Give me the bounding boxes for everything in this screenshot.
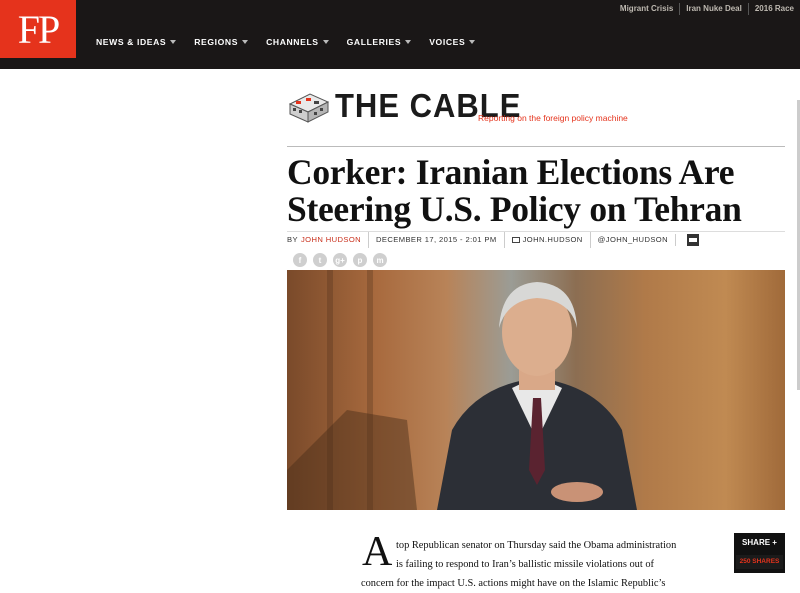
divider [287, 146, 785, 147]
share-label: SHARE + [742, 538, 777, 547]
nav-label: VOICES [429, 37, 466, 47]
chevron-down-icon [322, 40, 329, 44]
nav-label: REGIONS [194, 37, 239, 47]
utility-link-2016-race[interactable]: 2016 Race [747, 2, 800, 15]
chevron-down-icon [405, 40, 412, 44]
nav-channels[interactable]: CHANNELS [266, 37, 329, 47]
share-glyph: f [298, 255, 302, 265]
print-icon[interactable] [686, 234, 699, 246]
nav-voices[interactable]: VOICES [429, 37, 476, 47]
chevron-down-icon [469, 40, 476, 44]
chevron-down-icon [170, 40, 177, 44]
article-body: top Republican senator on Thursday said … [361, 536, 711, 593]
utility-link-iran-nuke-deal[interactable]: Iran Nuke Deal [679, 2, 748, 15]
byline-email[interactable]: JOHN.HUDSON [503, 232, 590, 248]
body-line: top Republican senator on Thursday said … [396, 540, 677, 551]
nav-label: GALLERIES [346, 37, 402, 47]
author-twitter: @JOHN_HUDSON [597, 235, 668, 244]
floating-share-box[interactable]: SHARE + 250 SHARES [734, 533, 785, 573]
by-label: BY [287, 235, 298, 244]
main-nav: NEWS & IDEAS REGIONS CHANNELS GALLERIES … [96, 37, 493, 47]
headline-line-2: Steering U.S. Policy on Tehran [287, 189, 742, 229]
body-line: concern for the impact U.S. actions migh… [361, 578, 666, 589]
byline-twitter[interactable]: @JOHN_HUDSON [589, 232, 675, 248]
nav-news-ideas[interactable]: NEWS & IDEAS [96, 37, 177, 47]
publish-date: DECEMBER 17, 2015 - 2:01 PM [376, 235, 497, 244]
utility-link-migrant-crisis[interactable]: Migrant Crisis [614, 3, 679, 15]
share-count: 250 SHARES [736, 555, 783, 569]
author-link[interactable]: JOHN HUDSON [301, 232, 361, 248]
google-plus-share-icon[interactable]: g+ [333, 253, 347, 267]
article-headline: Corker: Iranian Elections Are Steering U… [287, 154, 797, 228]
article-hero-image [287, 270, 785, 510]
nav-label: CHANNELS [266, 37, 319, 47]
section-tagline: Reporting on the foreign policy machine [478, 113, 628, 123]
portrait-figure [287, 282, 637, 510]
fp-logo-text: FP [17, 7, 61, 52]
facebook-share-icon[interactable]: f [293, 253, 307, 267]
pinterest-share-icon[interactable]: p [353, 253, 367, 267]
byline-date: DECEMBER 17, 2015 - 2:01 PM [368, 232, 504, 248]
byline-print [674, 234, 706, 246]
nav-label: NEWS & IDEAS [96, 37, 167, 47]
share-glyph: m [376, 255, 384, 265]
share-glyph: g+ [335, 255, 345, 265]
chevron-down-icon [242, 40, 249, 44]
cable-logo-icon [288, 93, 330, 123]
fp-logo[interactable]: FP [0, 0, 76, 58]
byline-author: BY JOHN HUDSON [287, 232, 368, 248]
top-navigation-bar: FP Migrant Crisis Iran Nuke Deal 2016 Ra… [0, 0, 800, 69]
body-line: is failing to respond to Iran’s ballisti… [396, 559, 655, 570]
mail-icon [511, 237, 520, 243]
nav-galleries[interactable]: GALLERIES [347, 37, 412, 47]
headline-line-1: Corker: Iranian Elections Are [287, 152, 735, 192]
author-email: JOHN.HUDSON [522, 235, 583, 244]
utility-links: Migrant Crisis Iran Nuke Deal 2016 Race [614, 0, 800, 17]
email-share-icon[interactable]: m [373, 253, 387, 267]
twitter-share-icon[interactable]: t [313, 253, 327, 267]
share-glyph: t [318, 255, 322, 265]
social-share-buttons: f t g+ p m [293, 253, 393, 267]
share-glyph: p [357, 255, 363, 265]
nav-regions[interactable]: REGIONS [194, 37, 249, 47]
byline: BY JOHN HUDSON DECEMBER 17, 2015 - 2:01 … [287, 232, 706, 248]
